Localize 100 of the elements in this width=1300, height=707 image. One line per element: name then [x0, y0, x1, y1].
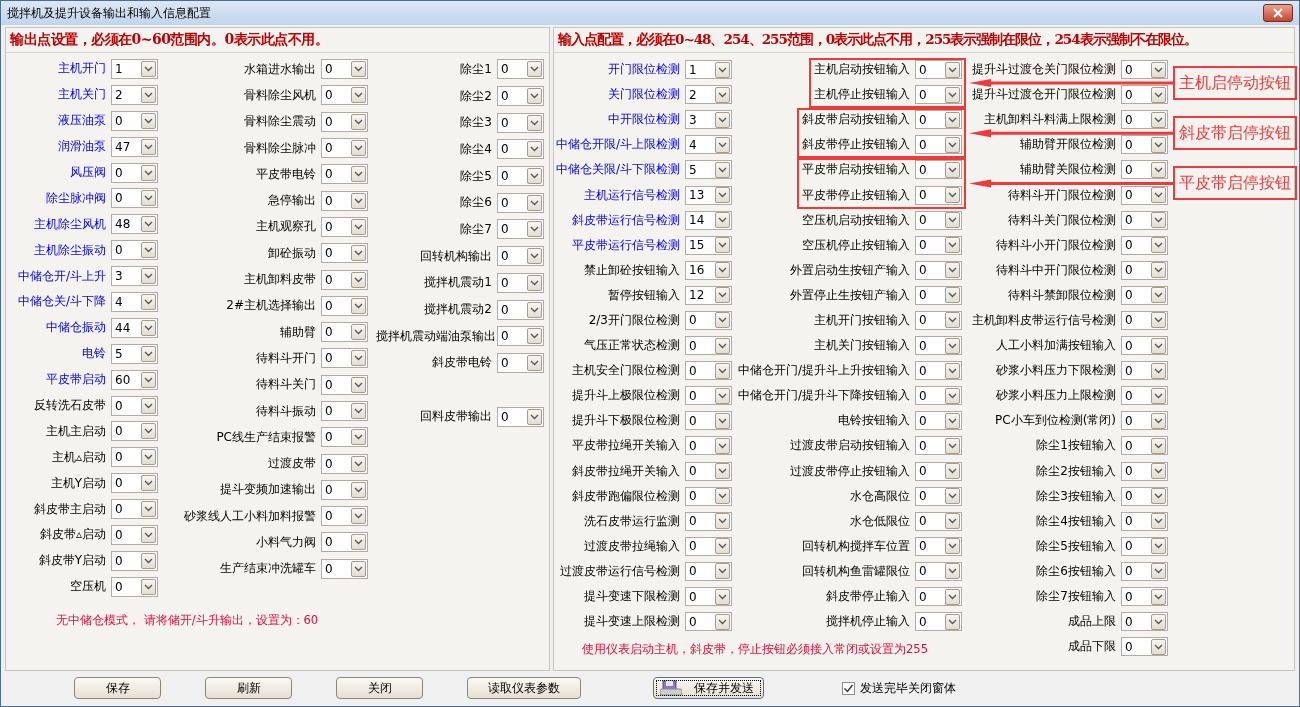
- dropdown-arrow-button[interactable]: [1151, 237, 1166, 254]
- dropdown-arrow-button[interactable]: [141, 397, 156, 414]
- dropdown[interactable]: 0: [111, 395, 158, 416]
- dropdown[interactable]: 4: [111, 291, 158, 312]
- dropdown-arrow-button[interactable]: [1151, 463, 1166, 480]
- dropdown-arrow-button[interactable]: [715, 563, 730, 580]
- dropdown-arrow-button[interactable]: [1151, 312, 1166, 329]
- dropdown-arrow-button[interactable]: [715, 412, 730, 429]
- dropdown-arrow-button[interactable]: [715, 237, 730, 254]
- dropdown[interactable]: 0: [915, 612, 962, 632]
- dropdown-arrow-button[interactable]: [141, 319, 156, 336]
- dropdown-arrow-button[interactable]: [945, 187, 960, 203]
- dropdown[interactable]: 0: [1121, 311, 1168, 330]
- dropdown[interactable]: 0: [111, 576, 158, 597]
- dropdown[interactable]: 0: [321, 269, 368, 290]
- dropdown[interactable]: 0: [111, 447, 158, 468]
- dropdown[interactable]: 0: [321, 348, 368, 369]
- dropdown-arrow-button[interactable]: [527, 354, 542, 371]
- dropdown-arrow-button[interactable]: [351, 140, 366, 157]
- dropdown[interactable]: 0: [915, 511, 962, 531]
- dropdown-arrow-button[interactable]: [945, 387, 960, 404]
- dropdown-arrow-button[interactable]: [351, 534, 366, 551]
- dropdown[interactable]: 0: [915, 260, 962, 280]
- dropdown[interactable]: 0: [1121, 536, 1168, 556]
- dropdown[interactable]: 0: [321, 374, 368, 395]
- dropdown-arrow-button[interactable]: [1151, 613, 1166, 630]
- dropdown[interactable]: 0: [1121, 411, 1168, 431]
- dropdown[interactable]: 0: [497, 86, 544, 107]
- dropdown[interactable]: 0: [321, 295, 368, 316]
- dropdown[interactable]: 12: [685, 285, 732, 305]
- dropdown[interactable]: 0: [497, 272, 544, 293]
- dropdown[interactable]: 5: [685, 160, 732, 180]
- dropdown[interactable]: 0: [1121, 336, 1168, 356]
- dropdown[interactable]: 0: [1121, 511, 1168, 531]
- dropdown[interactable]: 0: [497, 192, 544, 213]
- dropdown[interactable]: 0: [685, 461, 732, 481]
- dropdown-arrow-button[interactable]: [715, 613, 730, 630]
- dropdown-arrow-button[interactable]: [945, 362, 960, 379]
- dropdown[interactable]: 0: [321, 427, 368, 448]
- dropdown-arrow-button[interactable]: [945, 287, 960, 304]
- dropdown-arrow-button[interactable]: [527, 141, 542, 158]
- dropdown-arrow-button[interactable]: [945, 488, 960, 505]
- dropdown-arrow-button[interactable]: [945, 237, 960, 254]
- dropdown[interactable]: 0: [1121, 85, 1168, 105]
- dropdown[interactable]: 0: [321, 401, 368, 421]
- dropdown-arrow-button[interactable]: [945, 312, 960, 329]
- dropdown[interactable]: 0: [915, 361, 962, 381]
- dropdown[interactable]: 0: [915, 411, 962, 431]
- dropdown-arrow-button[interactable]: [1151, 387, 1166, 404]
- dropdown-arrow-button[interactable]: [945, 136, 960, 153]
- dropdown-arrow-button[interactable]: [1151, 638, 1166, 655]
- dropdown[interactable]: 0: [915, 85, 962, 105]
- dropdown[interactable]: 0: [1121, 587, 1168, 606]
- dropdown-arrow-button[interactable]: [715, 287, 730, 304]
- dropdown-arrow-button[interactable]: [945, 111, 960, 128]
- dropdown-arrow-button[interactable]: [351, 508, 366, 525]
- dropdown[interactable]: 0: [915, 336, 962, 356]
- dropdown[interactable]: 0: [321, 532, 368, 553]
- dropdown-arrow-button[interactable]: [945, 563, 960, 580]
- dropdown-arrow-button[interactable]: [141, 268, 156, 285]
- dropdown[interactable]: 1: [111, 58, 158, 79]
- dropdown[interactable]: 0: [1121, 285, 1168, 305]
- dropdown-arrow-button[interactable]: [715, 337, 730, 354]
- dropdown-arrow-button[interactable]: [527, 168, 542, 185]
- dropdown[interactable]: 0: [497, 112, 544, 133]
- dropdown-arrow-button[interactable]: [141, 371, 156, 388]
- dropdown-arrow-button[interactable]: [1151, 262, 1166, 279]
- dropdown[interactable]: 0: [915, 285, 962, 305]
- dropdown[interactable]: 0: [321, 243, 368, 264]
- button[interactable]: 关闭: [336, 677, 423, 699]
- dropdown-arrow-button[interactable]: [1151, 287, 1166, 304]
- dropdown-arrow-button[interactable]: [141, 216, 156, 233]
- dropdown-arrow-button[interactable]: [351, 560, 366, 577]
- dropdown-arrow-button[interactable]: [1151, 337, 1166, 354]
- dropdown[interactable]: 0: [321, 322, 368, 343]
- dropdown-arrow-button[interactable]: [715, 262, 730, 279]
- dropdown[interactable]: 14: [685, 210, 732, 230]
- dropdown[interactable]: 0: [111, 473, 158, 494]
- dropdown[interactable]: 0: [111, 188, 158, 209]
- dropdown[interactable]: 0: [1121, 486, 1168, 506]
- dropdown-arrow-button[interactable]: [945, 513, 960, 530]
- dropdown-arrow-button[interactable]: [1151, 538, 1166, 555]
- dropdown[interactable]: 1: [685, 60, 732, 80]
- dropdown-arrow-button[interactable]: [945, 588, 960, 605]
- button[interactable]: 读取仪表参数: [467, 677, 581, 699]
- dropdown[interactable]: 0: [1121, 386, 1168, 406]
- dropdown-arrow-button[interactable]: [527, 194, 542, 211]
- dropdown[interactable]: 0: [111, 240, 158, 261]
- dropdown-arrow-button[interactable]: [527, 61, 542, 78]
- dropdown[interactable]: 44: [111, 317, 158, 338]
- dropdown[interactable]: 0: [497, 406, 544, 427]
- dropdown-arrow-button[interactable]: [351, 192, 366, 209]
- dropdown-arrow-button[interactable]: [715, 513, 730, 530]
- dropdown-arrow-button[interactable]: [1151, 488, 1166, 505]
- dropdown-arrow-button[interactable]: [351, 166, 366, 183]
- dropdown-arrow-button[interactable]: [141, 86, 156, 103]
- dropdown[interactable]: 0: [915, 461, 962, 481]
- dropdown[interactable]: 48: [111, 214, 158, 235]
- dropdown[interactable]: 0: [321, 111, 368, 132]
- checkbox-box[interactable]: [842, 681, 855, 695]
